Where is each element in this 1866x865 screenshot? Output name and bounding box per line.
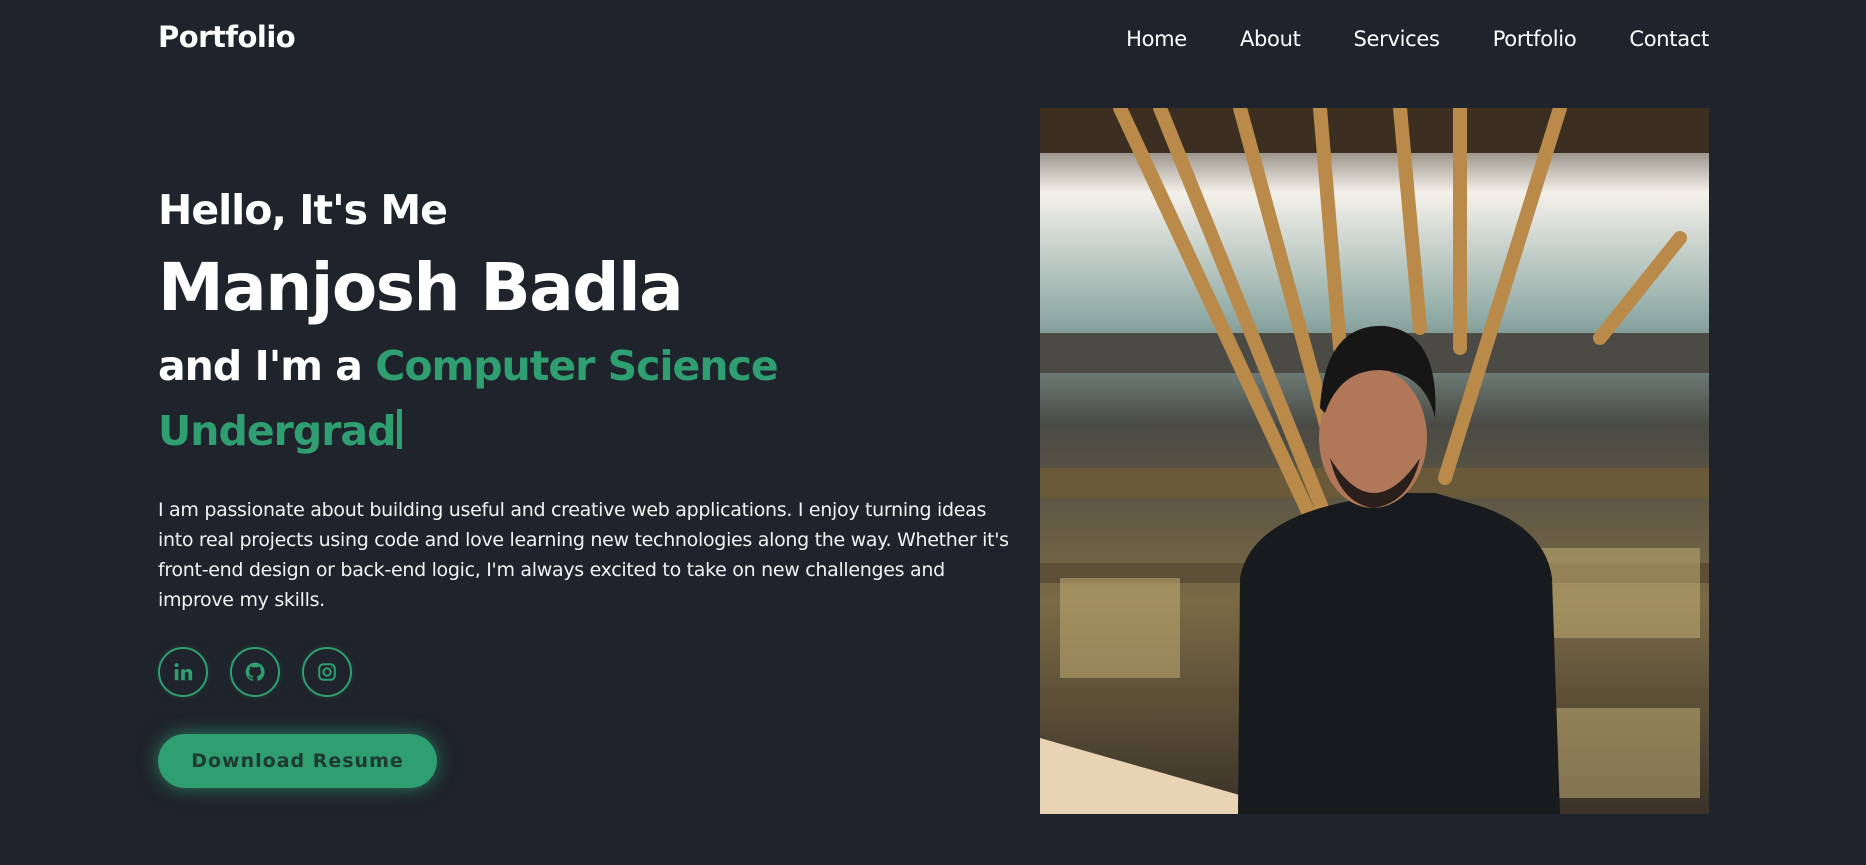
hero-section: Hello, It's Me Manjosh Badla and I'm a C… <box>158 184 1028 615</box>
nav-link-contact[interactable]: Contact <box>1629 27 1709 51</box>
github-link[interactable] <box>230 647 280 697</box>
nav-link-portfolio[interactable]: Portfolio <box>1493 27 1577 51</box>
nav-link-about[interactable]: About <box>1240 27 1301 51</box>
profile-photo <box>1040 108 1709 814</box>
nav-link-home[interactable]: Home <box>1126 27 1187 51</box>
role-line: and I'm a Computer Science Undergrad <box>158 334 858 464</box>
linkedin-icon <box>172 661 194 683</box>
page: Portfolio Home About Services Portfolio … <box>0 0 1866 865</box>
nav-link-services[interactable]: Services <box>1354 27 1440 51</box>
download-resume-button[interactable]: Download Resume <box>158 734 437 788</box>
bio-paragraph: I am passionate about building useful an… <box>158 499 1009 611</box>
greeting: Hello, It's Me <box>158 186 448 234</box>
typing-caret <box>397 409 403 449</box>
linkedin-link[interactable] <box>158 647 208 697</box>
social-links <box>158 647 352 697</box>
instagram-link[interactable] <box>302 647 352 697</box>
instagram-icon <box>316 661 338 683</box>
hero-name: Manjosh Badla <box>158 249 684 326</box>
logo[interactable]: Portfolio <box>158 20 296 54</box>
role-prefix: and I'm a <box>158 342 363 390</box>
github-icon <box>244 661 266 683</box>
main-nav: Home About Services Portfolio Contact <box>1126 27 1709 51</box>
